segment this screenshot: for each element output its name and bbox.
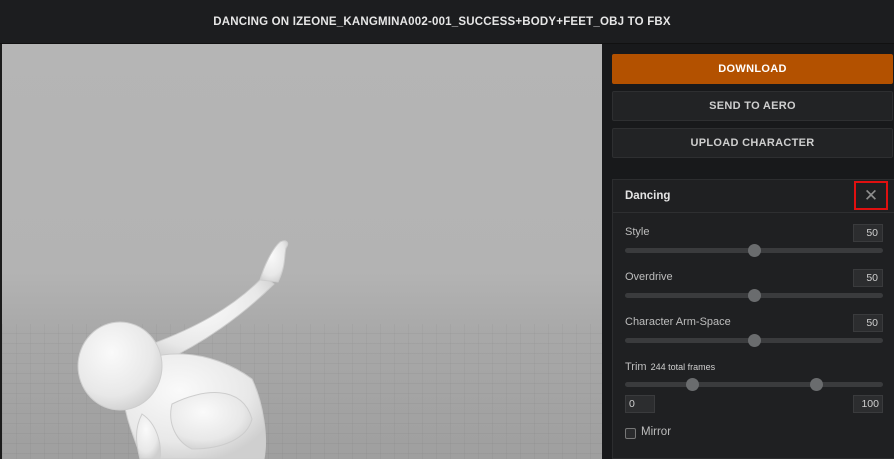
page-title: DANCING ON IZEONE_KANGMINA002-001_SUCCES… [213, 15, 671, 28]
arm-space-label: Character Arm-Space [625, 316, 731, 328]
trim-range-slider[interactable] [625, 378, 883, 391]
trim-start-input[interactable]: 0 [625, 395, 655, 413]
trim-end-input[interactable]: 100 [853, 395, 883, 413]
style-slider-knob[interactable] [748, 244, 761, 257]
title-bar: DANCING ON IZEONE_KANGMINA002-001_SUCCES… [0, 0, 894, 44]
upload-character-button[interactable]: UPLOAD CHARACTER [612, 128, 893, 158]
close-button[interactable]: ✕ [854, 181, 888, 210]
trim-title: Trim [625, 361, 647, 373]
arm-space-slider[interactable] [625, 334, 883, 347]
animation-name: Dancing [625, 190, 671, 202]
3d-viewport[interactable] [2, 44, 602, 459]
animation-settings-card: Dancing ✕ Style 50 Overdrive 50 Characte… [612, 179, 894, 459]
style-label: Style [625, 226, 650, 238]
character-model [77, 240, 289, 459]
side-panel: DOWNLOAD SEND TO AERO UPLOAD CHARACTER D… [603, 44, 894, 459]
trim-end-knob[interactable] [809, 378, 823, 391]
style-value-input[interactable]: 50 [853, 224, 883, 242]
overdrive-slider[interactable] [625, 289, 883, 302]
mirror-label: Mirror [641, 426, 672, 438]
arm-space-slider-knob[interactable] [748, 334, 761, 347]
trim-frame-count: 244 total frames [650, 362, 716, 372]
close-icon: ✕ [863, 186, 879, 205]
send-to-aero-button[interactable]: SEND TO AERO [612, 91, 893, 121]
card-header: Dancing ✕ [613, 180, 894, 213]
download-button[interactable]: DOWNLOAD [612, 54, 893, 84]
mirror-checkbox[interactable] [625, 428, 636, 439]
overdrive-label: Overdrive [625, 271, 673, 283]
overdrive-value-input[interactable]: 50 [853, 269, 883, 287]
overdrive-slider-knob[interactable] [748, 289, 761, 302]
trim-start-knob[interactable] [686, 378, 700, 391]
arm-space-value-input[interactable]: 50 [853, 314, 883, 332]
style-slider[interactable] [625, 244, 883, 257]
trim-label: Trim 244 total frames [625, 361, 715, 373]
